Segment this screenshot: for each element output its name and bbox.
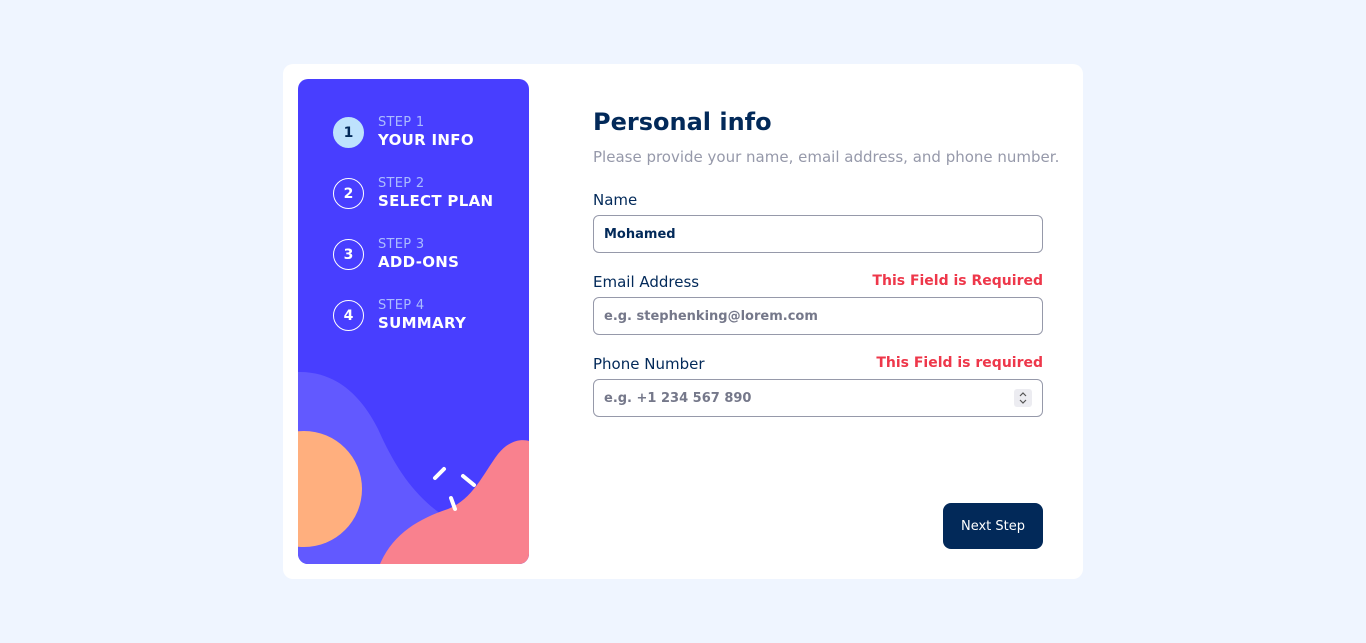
step-number-badge: 4: [333, 300, 364, 331]
step-caption: STEP 2: [378, 176, 425, 191]
step-text: STEP 4 SUMMARY: [378, 297, 466, 333]
step-caption: STEP 3: [378, 237, 425, 252]
email-input[interactable]: [593, 297, 1043, 335]
step-title: YOUR INFO: [378, 131, 474, 149]
step-item-2[interactable]: 2 STEP 2 SELECT PLAN: [333, 175, 493, 239]
main-content: Personal info Please provide your name, …: [593, 64, 1059, 579]
step-number-badge: 3: [333, 239, 364, 270]
name-input[interactable]: [593, 215, 1043, 253]
number-spinner[interactable]: [1014, 389, 1032, 407]
step-number-badge: 1: [333, 117, 364, 148]
email-error: This Field is Required: [872, 273, 1043, 289]
step-item-4[interactable]: 4 STEP 4 SUMMARY: [333, 297, 493, 361]
form-card: 1 STEP 1 YOUR INFO 2 STEP 2 SELECT PLAN 3 STEP …: [283, 64, 1083, 579]
step-item-3[interactable]: 3 STEP 3 ADD-ONS: [333, 236, 493, 300]
step-number-badge: 2: [333, 178, 364, 209]
step-text: STEP 3 ADD-ONS: [378, 236, 459, 272]
spinner-arrows-icon: [1019, 392, 1027, 404]
sidebar: 1 STEP 1 YOUR INFO 2 STEP 2 SELECT PLAN 3 STEP …: [298, 79, 529, 564]
next-step-button[interactable]: Next Step: [943, 503, 1043, 549]
step-caption: STEP 4: [378, 298, 425, 313]
step-caption: STEP 1: [378, 115, 425, 130]
name-label: Name: [593, 191, 638, 209]
page-subtitle: Please provide your name, email address,…: [593, 148, 1060, 166]
phone-error: This Field is required: [876, 355, 1043, 371]
phone-input[interactable]: [593, 379, 1043, 417]
step-item-1[interactable]: 1 STEP 1 YOUR INFO: [333, 114, 493, 178]
step-text: STEP 1 YOUR INFO: [378, 114, 474, 150]
email-label: Email Address: [593, 273, 700, 291]
step-title: ADD-ONS: [378, 253, 460, 271]
step-text: STEP 2 SELECT PLAN: [378, 175, 493, 211]
step-title: SUMMARY: [378, 314, 467, 332]
step-title: SELECT PLAN: [378, 192, 494, 210]
page-title: Personal info: [593, 108, 772, 136]
step-list: 1 STEP 1 YOUR INFO 2 STEP 2 SELECT PLAN 3 STEP …: [333, 114, 493, 361]
phone-label: Phone Number: [593, 355, 705, 373]
